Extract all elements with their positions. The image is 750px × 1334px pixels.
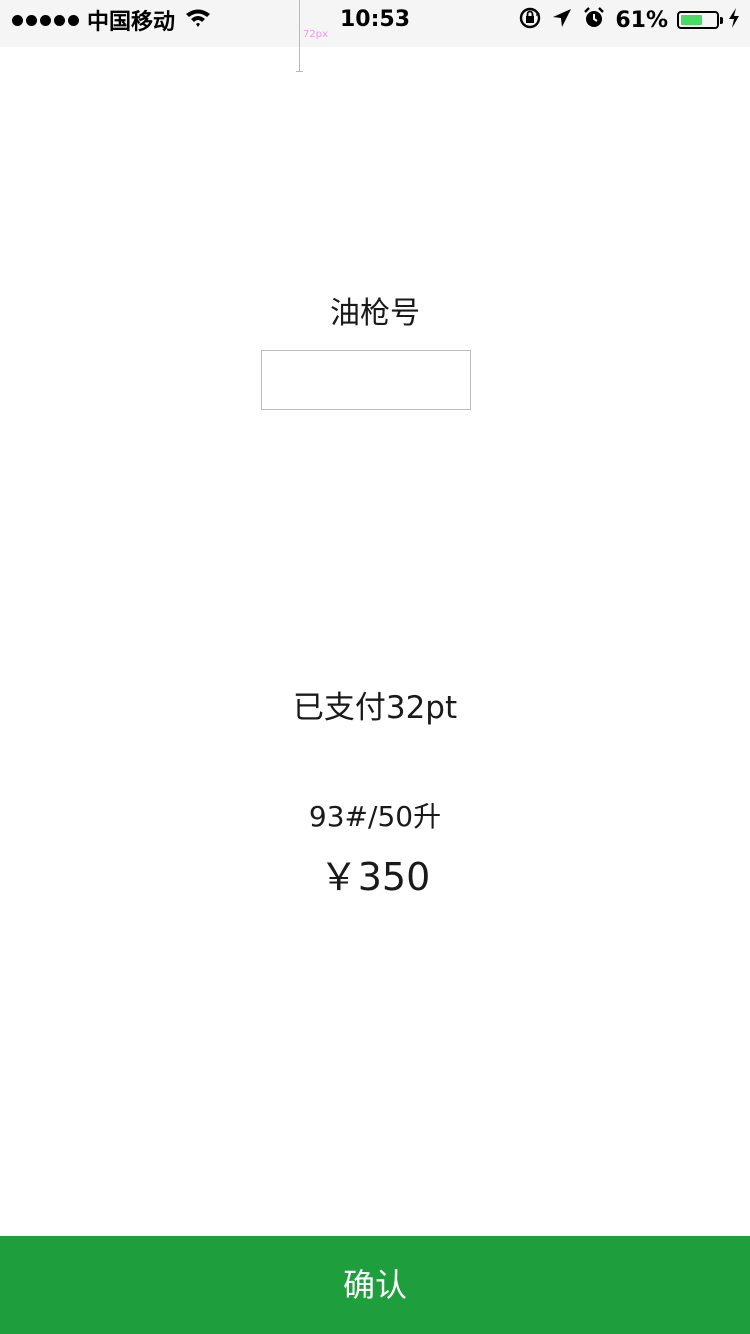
status-bar: 中国移动 10:53 61%: [0, 0, 750, 47]
payment-amount: ￥350: [319, 855, 431, 899]
charging-bolt-icon: [728, 7, 740, 33]
measure-guide-label: 72px: [303, 29, 328, 40]
confirm-button[interactable]: 确认: [0, 1236, 750, 1334]
rotation-lock-icon: [518, 6, 542, 34]
status-bar-right: 61%: [518, 0, 740, 40]
battery-icon: [677, 11, 723, 29]
paid-status-label: 已支付32pt: [292, 690, 458, 726]
alarm-clock-icon: [582, 6, 606, 34]
battery-level-fill: [681, 15, 702, 25]
measure-guide-line: [296, 0, 303, 72]
location-arrow-icon: [551, 7, 573, 33]
nozzle-number-input[interactable]: [261, 350, 471, 410]
fuel-grade-volume: 93#/50升: [308, 800, 442, 833]
battery-percent: 61%: [615, 7, 668, 33]
nozzle-number-label: 油枪号: [330, 296, 420, 331]
